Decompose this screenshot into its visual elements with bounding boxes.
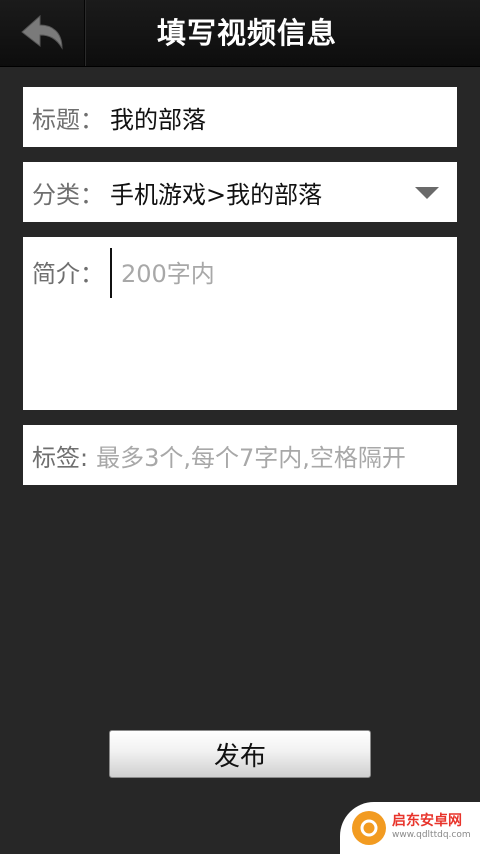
top-bar: 填写视频信息 bbox=[0, 0, 480, 67]
publish-button[interactable]: 发布 bbox=[109, 730, 371, 778]
text-cursor bbox=[110, 248, 112, 298]
title-input[interactable]: 我的部落 bbox=[110, 100, 206, 135]
watermark: 启东安卓网 www.qdlttdq.com bbox=[340, 802, 480, 854]
category-select[interactable]: 分类： 手机游戏>我的部落 bbox=[23, 162, 457, 222]
back-button[interactable] bbox=[0, 0, 85, 66]
tags-label: 标签: bbox=[32, 443, 89, 472]
title-label: 标题： bbox=[32, 105, 104, 134]
watermark-logo-icon bbox=[352, 811, 386, 845]
watermark-url: www.qdlttdq.com bbox=[392, 830, 471, 840]
title-field[interactable]: 标题： 我的部落 bbox=[23, 87, 457, 147]
description-label: 简介： bbox=[32, 260, 104, 288]
description-field[interactable]: 简介： 200字内 bbox=[23, 237, 457, 410]
watermark-name: 启东安卓网 bbox=[392, 813, 462, 829]
description-input[interactable]: 200字内 bbox=[121, 254, 215, 289]
back-arrow-icon bbox=[21, 14, 63, 50]
category-label: 分类： bbox=[32, 180, 104, 209]
category-value: 手机游戏>我的部落 bbox=[110, 180, 323, 209]
tags-field[interactable]: 标签: 最多3个,每个7字内,空格隔开 bbox=[23, 425, 457, 485]
tags-input[interactable]: 最多3个,每个7字内,空格隔开 bbox=[96, 438, 406, 473]
dropdown-arrow-icon bbox=[415, 187, 439, 199]
page-title: 填写视频信息 bbox=[156, 16, 337, 50]
